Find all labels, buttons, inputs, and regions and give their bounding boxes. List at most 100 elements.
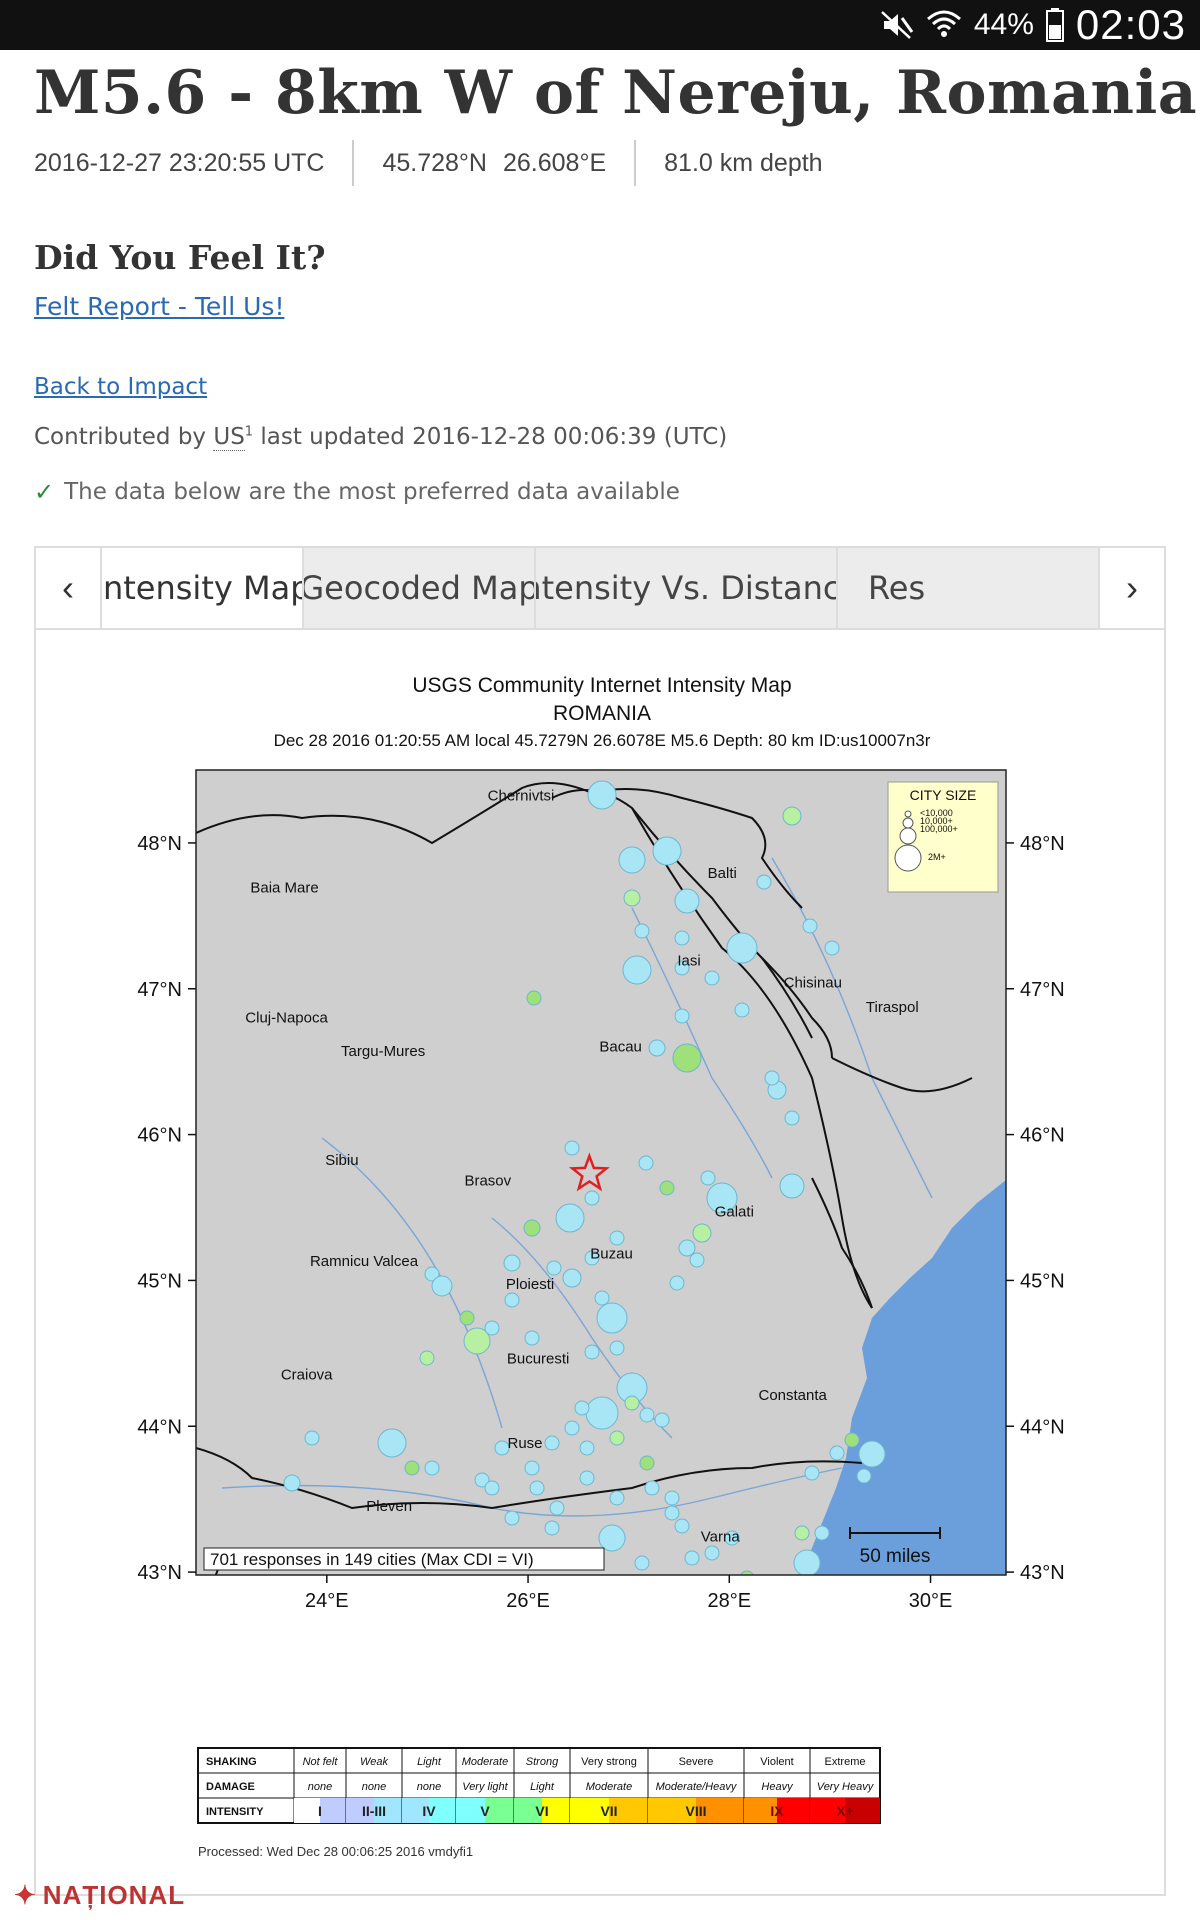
chevron-left-icon: ‹ — [62, 567, 74, 608]
cdi-dot — [544, 1435, 560, 1451]
status-bar: 44% 02:03 — [0, 0, 1200, 50]
intensity-color-cell — [294, 1798, 320, 1823]
cdi-dot — [793, 1549, 821, 1575]
cdi-dot — [564, 1580, 580, 1596]
legend-damage: none — [417, 1781, 441, 1793]
page-title: M5.6 - 8km W of Nereju, Romania — [34, 58, 1198, 128]
legend-row-label: INTENSITY — [206, 1806, 264, 1818]
cdi-dot — [674, 1008, 690, 1024]
tab-scroll-right-button[interactable]: › — [1098, 548, 1164, 628]
tab-intensity-map[interactable]: Intensity Map — [102, 548, 304, 628]
city-size-entry: 2M+ — [928, 852, 946, 862]
back-to-impact-link[interactable]: Back to Impact — [34, 374, 207, 400]
legend-shaking: Weak — [360, 1756, 388, 1768]
cdi-dot — [504, 1510, 520, 1526]
cdi-dot — [584, 1344, 600, 1360]
lat-label-right: 46°N — [1020, 1125, 1065, 1147]
city-label: Constanta — [758, 1387, 827, 1404]
cdi-dot — [584, 1190, 600, 1206]
city-label: Bucuresti — [507, 1351, 570, 1368]
city-label: Chisinau — [784, 974, 842, 991]
wifi-icon — [926, 9, 962, 41]
cdi-dot — [585, 1396, 619, 1430]
preferred-note: ✓ The data below are the most preferred … — [34, 478, 680, 506]
tab-geocoded-map[interactable]: Geocoded Map — [304, 548, 536, 628]
cdi-dot — [652, 836, 682, 866]
cdi-dot — [689, 1252, 705, 1268]
legend-intensity: IX — [770, 1803, 784, 1819]
intensity-color-cell — [320, 1798, 346, 1823]
legend-damage: Moderate — [586, 1781, 632, 1793]
cdi-dot — [431, 1275, 453, 1297]
cdi-dot — [529, 1480, 545, 1496]
preferred-text: The data below are the most preferred da… — [64, 479, 680, 505]
event-datetime: 2016-12-27 23:20:55 UTC — [34, 148, 325, 177]
intensity-map[interactable]: USGS Community Internet Intensity Map RO… — [72, 658, 1132, 1878]
lon-label: 28°E — [707, 1590, 751, 1612]
legend-shaking: Not felt — [303, 1756, 339, 1768]
cdi-dot — [764, 1070, 780, 1086]
cdi-dot — [622, 955, 652, 985]
cdi-dot — [523, 1219, 541, 1237]
map-frame: Chernivtsi Balti Baia Mare Iasi Chisinau Tira… — [196, 770, 1006, 1596]
lat-label-left: 47°N — [137, 979, 182, 1001]
city-label: Balti — [708, 865, 737, 882]
tab-responses[interactable]: Res — [838, 548, 1100, 628]
cdi-dot — [664, 1490, 680, 1506]
cdi-dot — [609, 1490, 625, 1506]
cdi-dot — [726, 932, 758, 964]
cdi-dot — [623, 889, 641, 907]
scale-bar: 50 miles — [849, 1527, 941, 1567]
clock: 02:03 — [1075, 1, 1186, 48]
cdi-dot — [419, 1350, 435, 1366]
legend-damage: Very Heavy — [817, 1781, 875, 1793]
cdi-dot — [618, 846, 646, 874]
felt-report-link[interactable]: Felt Report - Tell Us! — [34, 292, 284, 321]
tab-label: Res — [868, 569, 926, 607]
contrib-updated: last updated 2016-12-28 00:06:39 (UTC) — [260, 424, 728, 450]
map-region: ROMANIA — [553, 702, 651, 725]
tab-bar: ‹ Intensity Map Geocoded Map Intensity V… — [36, 548, 1164, 630]
tab-intensity-vs-distance[interactable]: Intensity Vs. Distance — [536, 548, 838, 628]
chevron-right-icon: › — [1126, 567, 1138, 608]
cdi-dot — [856, 1468, 872, 1484]
tab-label: Geocoded Map — [304, 569, 536, 607]
legend-damage: Moderate/Heavy — [656, 1781, 738, 1793]
city-label: Ploiesti — [506, 1276, 554, 1293]
cdi-dot — [734, 1002, 750, 1018]
legend-damage: Very light — [462, 1781, 508, 1793]
cdi-dot — [672, 1043, 702, 1073]
processed-note: Processed: Wed Dec 28 00:06:25 2016 vmdy… — [198, 1844, 473, 1859]
mute-icon — [880, 10, 914, 40]
city-label: Brasov — [464, 1173, 511, 1190]
legend-intensity: VI — [535, 1803, 548, 1819]
lat-label-left: 44°N — [137, 1416, 182, 1438]
cdi-dot — [609, 1340, 625, 1356]
cdi-dot — [596, 1302, 628, 1334]
cdi-dot — [526, 990, 542, 1006]
tab-scroll-left-button[interactable]: ‹ — [36, 548, 102, 628]
legend-intensity: X+ — [836, 1803, 854, 1819]
legend-intensity: II-III — [362, 1803, 386, 1819]
cdi-dot — [638, 1155, 654, 1171]
city-label: Varna — [701, 1528, 741, 1545]
cdi-dot — [858, 1440, 886, 1468]
battery-percentage: 44% — [973, 8, 1034, 41]
city-label: Cluj-Napoca — [245, 1009, 328, 1026]
cdi-dot — [504, 1292, 520, 1308]
lon-label: 26°E — [506, 1590, 550, 1612]
event-meta: 2016-12-27 23:20:55 UTC 45.728°N 26.608°… — [34, 140, 823, 186]
cdi-dot — [549, 1500, 565, 1516]
lat-label-right: 48°N — [1020, 833, 1065, 855]
cdi-dot — [784, 1110, 800, 1126]
event-latitude: 45.728°N — [382, 148, 487, 177]
cdi-dot — [484, 1320, 500, 1336]
cdi-dot — [704, 1545, 720, 1561]
contrib-source[interactable]: US — [213, 424, 245, 451]
cdi-dot — [624, 1395, 640, 1411]
contrib-prefix: Contributed by — [34, 424, 207, 450]
cdi-dot — [587, 780, 617, 810]
city-label: Tiraspol — [866, 999, 919, 1016]
intensity-legend: SHAKING DAMAGE INTENSITY Not felt none I Weak n… — [197, 1747, 881, 1824]
cdi-dot — [424, 1460, 440, 1476]
